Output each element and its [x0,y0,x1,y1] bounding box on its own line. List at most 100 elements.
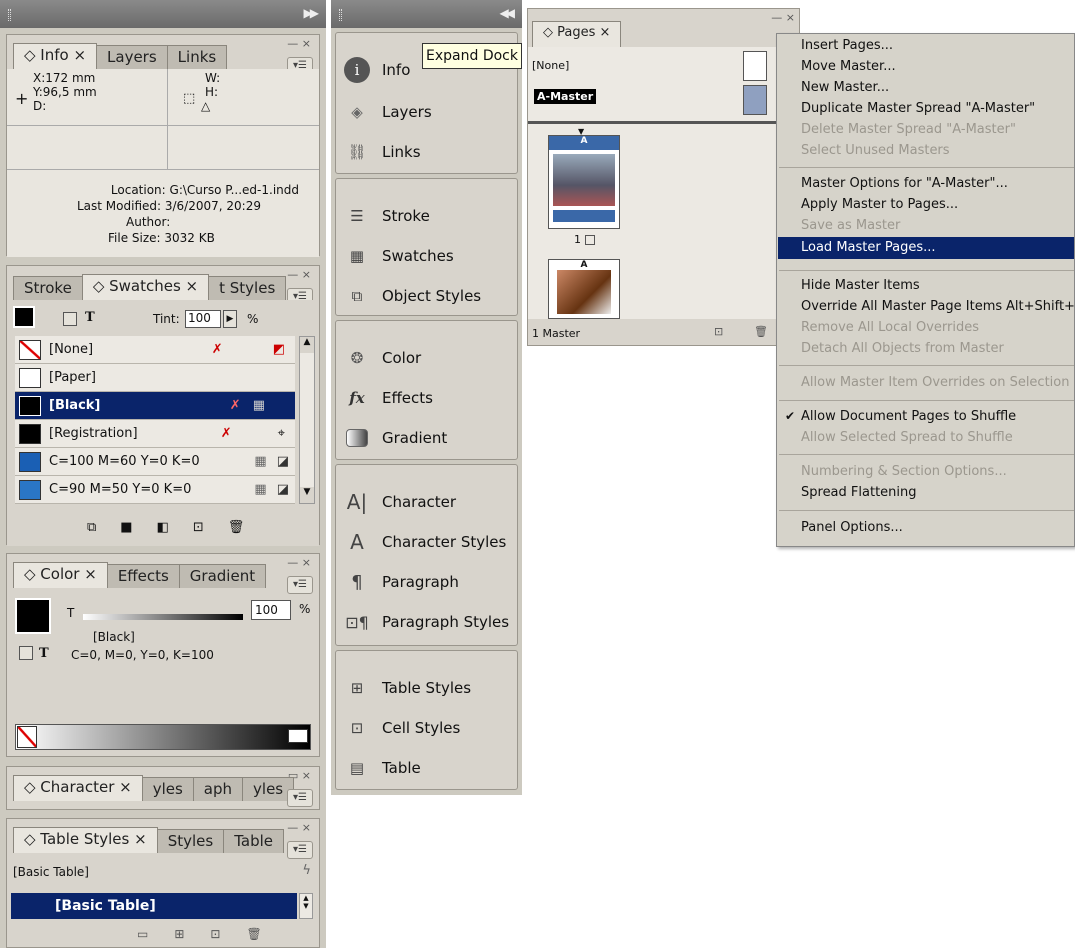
trash-icon[interactable]: 🗑 [754,325,768,338]
swatch-row[interactable]: [Registration] ✗ ⌖ [15,420,295,448]
panel-controls[interactable]: — × [287,37,311,50]
swatches-scrollbar[interactable]: ▲ ▼ [299,336,315,504]
left-dock-titlebar[interactable]: ▶▶ [0,0,326,28]
formatting-text-icon[interactable]: T [39,646,49,661]
menu-item-move-master[interactable]: Move Master... [801,59,896,74]
tab-links[interactable]: Links [166,45,228,69]
tab-gradient[interactable]: Gradient [178,564,267,588]
swatch-row[interactable]: C=90 M=50 Y=0 K=0 ▦ ◪ [15,476,295,504]
panel-controls[interactable]: — × [771,11,795,24]
menu-item-allow-spread-shuffle[interactable]: Allow Selected Spread to Shuffle [801,430,1013,445]
formatting-text-icon[interactable]: T [85,310,95,325]
page-1-thumb[interactable]: A [548,135,620,229]
swatch-row[interactable]: [None] ✗ ◩ [15,336,295,364]
menu-item-delete-master[interactable]: Delete Master Spread "A-Master" [801,122,1016,137]
menu-item-select-unused-masters[interactable]: Select Unused Masters [801,143,950,158]
menu-item-panel-options[interactable]: Panel Options... [801,520,903,535]
panel-menu-icon[interactable]: ▾☰ [287,789,313,807]
menu-item-spread-flattening[interactable]: Spread Flattening [801,485,917,500]
dock-item-gradient[interactable]: Gradient [344,419,447,457]
dock-item-cell-styles[interactable]: ⊡ Cell Styles [344,709,461,747]
color-ramp[interactable] [15,724,311,750]
tab-stroke[interactable]: Stroke [13,276,83,300]
menu-item-save-as-master[interactable]: Save as Master [801,218,900,233]
dock-item-info[interactable]: i Info [344,51,410,89]
scroll-down-icon[interactable]: ▼ [300,487,314,503]
menu-item-apply-master[interactable]: Apply Master to Pages... [801,197,958,212]
new-swatch-icon[interactable]: ⊡ [193,520,204,535]
dock-item-table[interactable]: ▤ Table [344,749,421,787]
menu-item-load-master-pages[interactable]: Load Master Pages... [778,237,1074,259]
none-master-thumb[interactable] [743,51,767,81]
tab-effects[interactable]: Effects [106,564,180,588]
dock-item-layers[interactable]: ◈ Layers [344,93,431,131]
fill-stroke-proxy-icon[interactable] [15,598,51,634]
tab-info[interactable]: ◇ Info × [13,43,98,69]
dock-item-paragraph-styles[interactable]: ⊡¶ Paragraph Styles [344,603,509,641]
menu-item-allow-overrides-selection[interactable]: Allow Master Item Overrides on Selection [801,375,1069,390]
expand-dock-icon[interactable]: ◀◀ [500,6,516,20]
scroll-arrows-icon[interactable]: ▲ ▼ [299,893,313,919]
menu-item-duplicate-master[interactable]: Duplicate Master Spread "A-Master" [801,101,1035,116]
dock-item-swatches[interactable]: ▦ Swatches [344,237,454,275]
tab-character-styles[interactable]: yles [141,777,194,801]
grip-icon[interactable] [8,9,11,21]
table-style-row-selected[interactable]: [Basic Table] [11,893,297,919]
dock-item-table-styles[interactable]: ⊞ Table Styles [344,669,471,707]
dock-item-character-styles[interactable]: A Character Styles [344,523,506,561]
none-swatch-icon[interactable] [17,726,37,748]
tab-color[interactable]: ◇ Color × [13,562,108,588]
panel-controls[interactable]: — × [287,268,311,281]
tab-cell-styles[interactable]: Styles [156,829,225,853]
show-gradient-swatches-icon[interactable]: ◧ [157,520,169,535]
tab-layers[interactable]: Layers [96,45,168,69]
dock-item-effects[interactable]: fx Effects [344,379,433,417]
formatting-container-icon[interactable] [63,312,77,330]
new-style-icon[interactable]: ⊡ [210,927,220,941]
swatch-row[interactable]: [Paper] [15,364,295,392]
menu-item-numbering-section[interactable]: Numbering & Section Options... [801,464,1007,479]
fill-stroke-proxy-icon[interactable] [13,306,35,328]
swatch-row[interactable]: C=100 M=60 Y=0 K=0 ▦ ◪ [15,448,295,476]
tab-table[interactable]: Table [223,829,284,853]
panel-menu-icon[interactable]: ▾☰ [287,841,313,859]
new-page-icon[interactable]: ⊡ [714,325,723,338]
menu-item-detach-all-objects[interactable]: Detach All Objects from Master [801,341,1004,356]
show-color-swatches-icon[interactable]: ■ [120,520,132,535]
dock-item-character[interactable]: A| Character [344,483,456,521]
trash-icon[interactable]: 🗑 [228,520,245,535]
a-master-thumb[interactable] [743,85,767,115]
tab-character[interactable]: ◇ Character × [13,775,143,801]
middle-dock-titlebar[interactable]: ◀◀ [331,0,522,28]
panel-controls[interactable]: — × [287,821,311,834]
tab-table-styles[interactable]: ◇ Table Styles × [13,827,158,853]
tab-pages[interactable]: ◇ Pages × [532,21,622,47]
page-2-thumb[interactable]: A [548,259,620,319]
dock-item-color[interactable]: ❂ Color [344,339,421,377]
tint-arrow-icon[interactable]: ▶ [223,310,237,328]
swatch-row-selected[interactable]: [Black] ✗ ▦ [15,392,295,420]
tab-object-styles[interactable]: t Styles [208,276,287,300]
tint-input[interactable]: 100 [185,310,221,328]
formatting-container-icon[interactable] [19,646,33,664]
folder-icon[interactable]: ▭ [137,927,148,941]
menu-item-insert-pages[interactable]: Insert Pages... [801,38,893,53]
dock-item-stroke[interactable]: ☰ Stroke [344,197,430,235]
trash-icon[interactable]: 🗑 [246,927,261,941]
grip-icon[interactable] [339,9,342,21]
menu-item-override-all[interactable]: Override All Master Page Items Alt+Shift+ [801,299,1075,314]
tab-swatches[interactable]: ◇ Swatches × [81,274,210,300]
menu-item-allow-document-shuffle[interactable]: Allow Document Pages to Shuffle [801,409,1016,424]
dock-item-links[interactable]: ⛓ Links [344,133,420,171]
menu-item-new-master[interactable]: New Master... [801,80,889,95]
tint-slider[interactable] [83,614,243,620]
panel-menu-icon[interactable]: ▾☰ [287,576,313,594]
dock-item-paragraph[interactable]: ¶ Paragraph [344,563,459,601]
menu-item-hide-master-items[interactable]: Hide Master Items [801,278,920,293]
white-swatch-icon[interactable] [288,729,308,743]
a-master-label[interactable]: A-Master [534,89,597,104]
tint-input[interactable]: 100 [251,600,291,620]
panel-controls[interactable]: — × [287,556,311,569]
dock-item-object-styles[interactable]: ⧉ Object Styles [344,277,481,315]
clear-overrides-icon[interactable]: ⊞ [174,927,184,941]
